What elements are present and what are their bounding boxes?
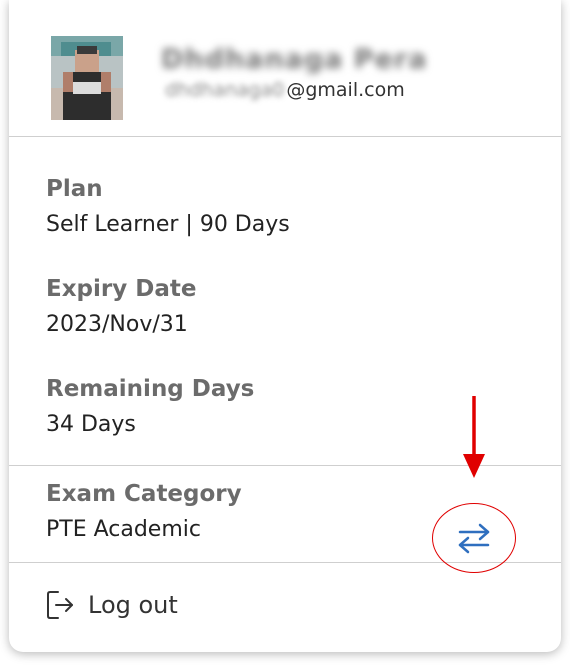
exam-label: Exam Category [46,481,242,507]
swap-arrows-icon [458,523,490,554]
plan-field: Plan Self Learner | 90 Days [46,175,290,239]
expiry-value: 2023/Nov/31 [46,312,188,337]
remaining-value: 34 Days [46,412,136,437]
plan-value: Self Learner | 90 Days [46,212,290,237]
down-arrow-icon [463,396,485,478]
exam-category-section: Exam Category PTE Academic [9,396,561,573]
remaining-label: Remaining Days [46,376,255,402]
email-local-part: dhdhanaga0 [165,79,285,101]
logout-icon [47,591,73,619]
user-name: Dhdhanaga Pera [161,44,428,75]
profile-header: Dhdhanaga Pera dhdhanaga0 @gmail.com [9,0,561,137]
email-domain: @gmail.com [286,79,405,101]
plan-label: Plan [46,176,103,202]
exam-value: PTE Academic [46,517,201,542]
expiry-label: Expiry Date [46,276,197,302]
account-menu: Dhdhanaga Pera dhdhanaga0 @gmail.com Pla… [9,0,561,652]
avatar [51,36,123,120]
logout-button[interactable]: Log out [9,563,561,648]
user-email: dhdhanaga0 @gmail.com [165,79,405,101]
logout-label: Log out [88,591,178,619]
exam-field: Exam Category PTE Academic [46,480,242,544]
remaining-field: Remaining Days 34 Days [46,375,254,439]
expiry-field: Expiry Date 2023/Nov/31 [46,275,196,339]
